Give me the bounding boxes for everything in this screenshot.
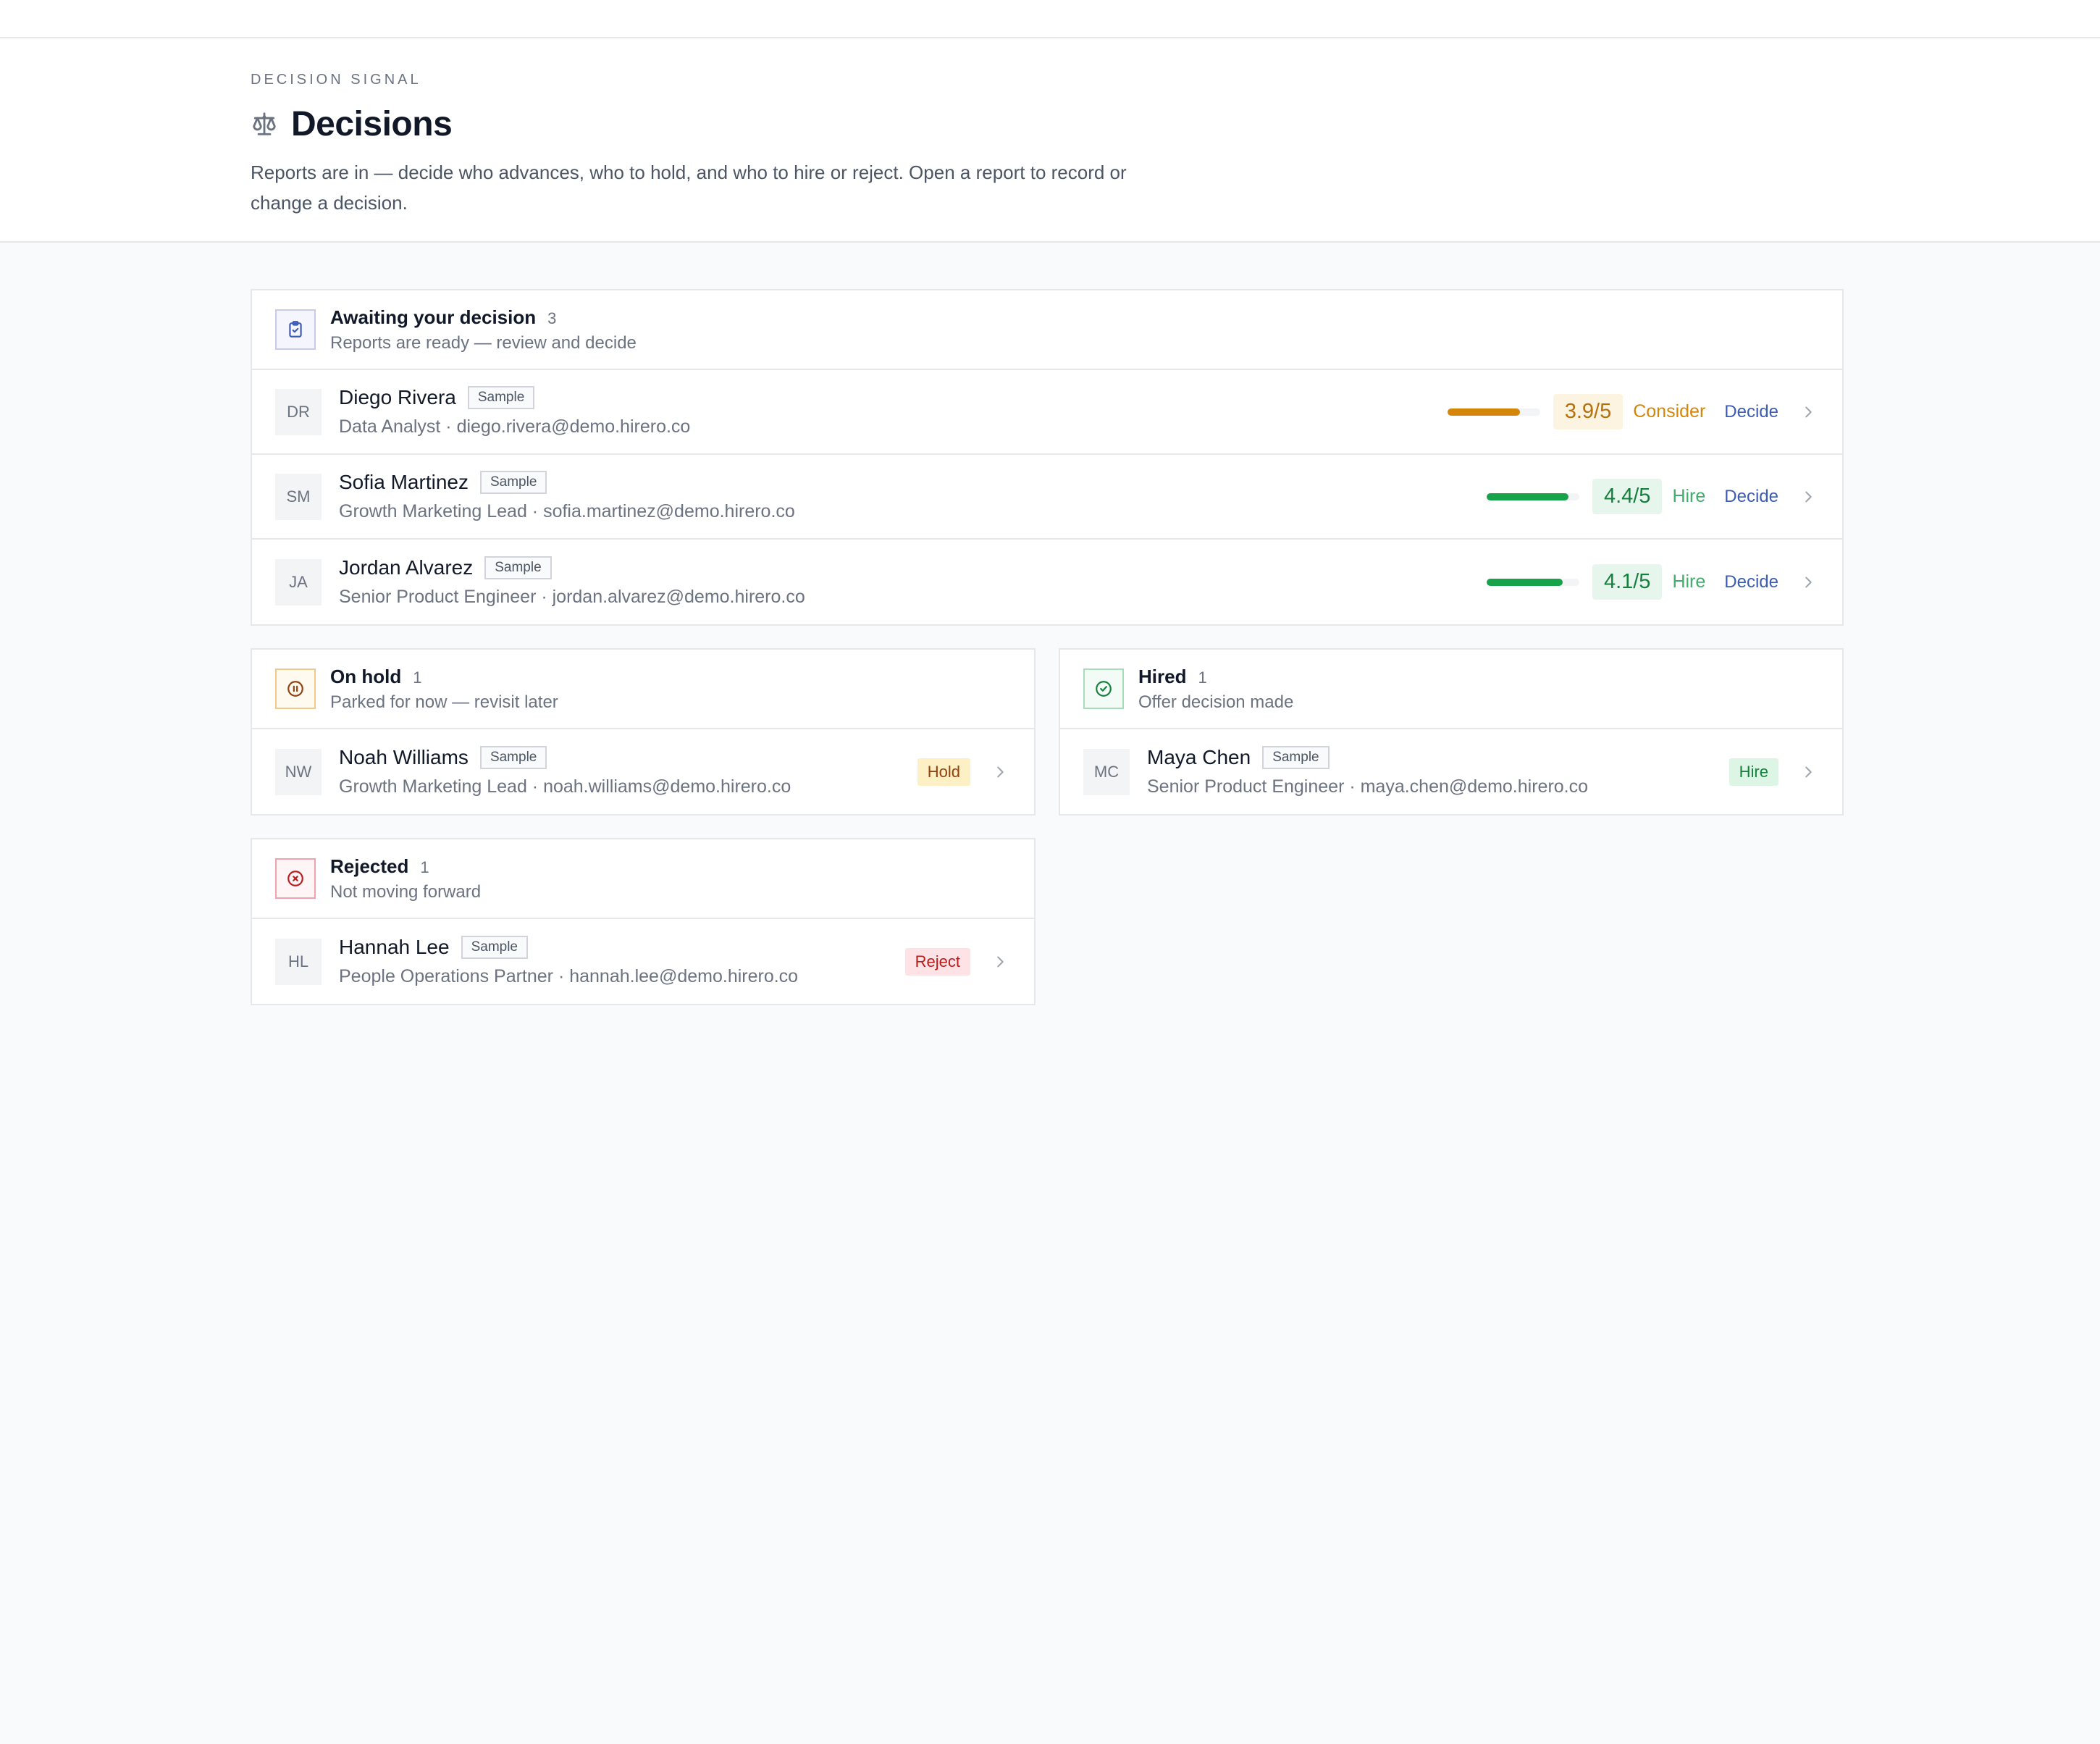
candidate-row[interactable]: DR Diego Rivera Sample Data Analyst · di… [252, 370, 1842, 455]
on-hold-card-header: On hold 1 Parked for now — revisit later [252, 650, 1034, 729]
rejected-card-header: Rejected 1 Not moving forward [252, 839, 1034, 919]
title-row: Decisions [251, 102, 1849, 146]
avatar: NW [275, 748, 322, 795]
avatar: MC [1083, 748, 1130, 795]
chevron-right-icon[interactable] [992, 764, 1008, 780]
score-badge: 3.9/5 [1553, 394, 1624, 429]
avatar: SM [275, 473, 322, 520]
page-header: DECISION SIGNAL Decisions Reports are in… [0, 38, 2100, 243]
section-title: Rejected [330, 855, 409, 877]
hired-header-text: Hired 1 Offer decision made [1138, 666, 1293, 713]
section-title: Awaiting your decision [330, 306, 537, 328]
verdict-label: Hire [1672, 486, 1706, 506]
candidate-name: Sofia Martinez [339, 471, 469, 493]
section-subtitle: Not moving forward [330, 881, 482, 902]
pause-circle-icon [275, 668, 316, 709]
status-badge: Hire [1729, 758, 1778, 786]
chevron-right-icon[interactable] [1800, 764, 1816, 780]
page-eyebrow: DECISION SIGNAL [251, 72, 421, 88]
verdict-label: Consider [1633, 401, 1706, 422]
on-hold-card: On hold 1 Parked for now — revisit later… [251, 648, 1036, 816]
sample-badge: Sample [461, 936, 528, 959]
sample-badge: Sample [484, 556, 552, 579]
section-count: 1 [1198, 668, 1207, 687]
score-bar [1447, 408, 1540, 416]
sample-badge: Sample [479, 746, 547, 769]
clipboard-check-icon [275, 309, 316, 350]
verdict-label: Hire [1672, 571, 1706, 592]
on-hold-header-text: On hold 1 Parked for now — revisit later [330, 666, 558, 713]
decide-link[interactable]: Decide [1724, 572, 1778, 592]
sample-badge: Sample [467, 386, 535, 409]
section-title: On hold [330, 665, 402, 687]
chevron-right-icon[interactable] [1800, 404, 1816, 420]
section-subtitle: Offer decision made [1138, 692, 1294, 712]
awaiting-decision-card: Awaiting your decision 3 Reports are rea… [251, 289, 1844, 626]
chevron-right-icon[interactable] [992, 954, 1008, 970]
check-circle-icon [1083, 668, 1124, 709]
sample-badge: Sample [1262, 746, 1330, 769]
candidate-row[interactable]: SM Sofia Martinez Sample Growth Marketin… [252, 455, 1842, 540]
candidate-meta: Growth Marketing Lead · noah.williams@de… [339, 776, 791, 797]
section-title: Hired [1138, 665, 1187, 687]
candidate-name: Maya Chen [1147, 746, 1251, 768]
chevron-right-icon[interactable] [1800, 489, 1816, 505]
score-bar-fill [1486, 492, 1568, 500]
chevron-right-icon[interactable] [1800, 574, 1816, 590]
x-circle-icon [275, 858, 316, 899]
section-count: 3 [547, 309, 557, 327]
candidate-name: Jordan Alvarez [339, 556, 474, 579]
candidate-name: Noah Williams [339, 746, 469, 768]
candidate-name: Diego Rivera [339, 386, 456, 408]
rejected-card: Rejected 1 Not moving forward HL Hannah … [251, 838, 1036, 1005]
section-count: 1 [420, 858, 429, 876]
candidate-row[interactable]: HL Hannah Lee Sample People Operations P… [252, 919, 1034, 1004]
score-badge: 4.4/5 [1592, 479, 1663, 514]
avatar: JA [275, 558, 322, 605]
candidate-row[interactable]: NW Noah Williams Sample Growth Marketing… [252, 729, 1034, 814]
candidate-meta: Data Analyst · diego.rivera@demo.hirero.… [339, 416, 691, 437]
score-badge: 4.1/5 [1592, 564, 1663, 600]
candidate-row[interactable]: JA Jordan Alvarez Sample Senior Product … [252, 540, 1842, 624]
candidate-row[interactable]: MC Maya Chen Sample Senior Product Engin… [1060, 729, 1842, 814]
page-title: Decisions [291, 104, 453, 143]
hired-card-header: Hired 1 Offer decision made [1060, 650, 1842, 729]
page-description: Reports are in — decide who advances, wh… [251, 162, 1127, 214]
awaiting-header-text: Awaiting your decision 3 Reports are rea… [330, 306, 637, 353]
candidate-meta: Senior Product Engineer · jordan.alvarez… [339, 587, 805, 607]
status-badge: Hold [917, 758, 970, 786]
avatar: DR [275, 388, 322, 435]
score-bar [1486, 578, 1579, 586]
candidate-meta: Senior Product Engineer · maya.chen@demo… [1147, 776, 1589, 797]
status-badge: Reject [904, 947, 970, 976]
score-bar-fill [1447, 408, 1520, 416]
avatar: HL [275, 938, 322, 985]
section-subtitle: Reports are ready — review and decide [330, 332, 637, 353]
decide-link[interactable]: Decide [1724, 402, 1778, 422]
hired-card: Hired 1 Offer decision made MC Maya Chen… [1059, 648, 1844, 816]
top-bar [0, 0, 2100, 38]
candidate-name: Hannah Lee [339, 936, 450, 958]
candidate-meta: Growth Marketing Lead · sofia.martinez@d… [339, 501, 795, 521]
decide-link[interactable]: Decide [1724, 487, 1778, 507]
section-count: 1 [413, 668, 422, 687]
score-bar [1486, 492, 1579, 500]
section-subtitle: Parked for now — revisit later [330, 692, 558, 712]
candidate-meta: People Operations Partner · hannah.lee@d… [339, 966, 799, 986]
sample-badge: Sample [479, 471, 547, 494]
score-bar-fill [1486, 578, 1563, 586]
awaiting-card-header: Awaiting your decision 3 Reports are rea… [252, 290, 1842, 370]
rejected-header-text: Rejected 1 Not moving forward [330, 855, 481, 902]
scales-icon [251, 110, 278, 138]
